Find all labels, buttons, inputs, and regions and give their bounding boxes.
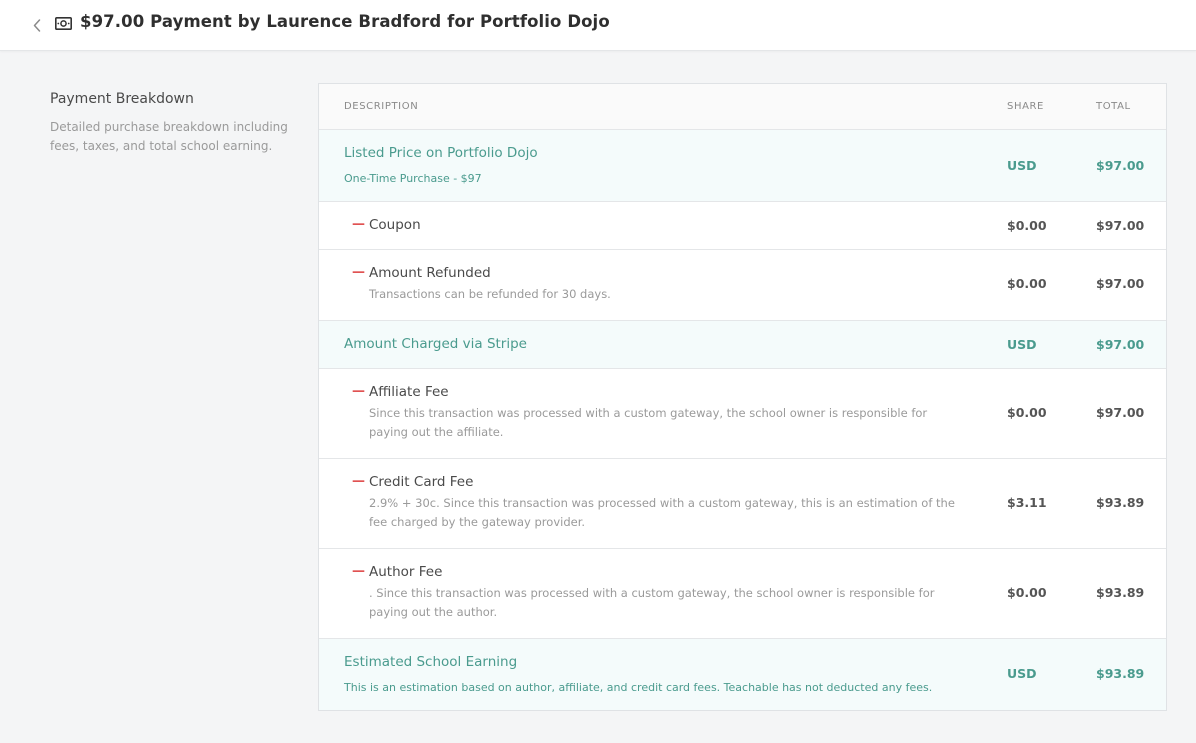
table-row-author-fee: — Author Fee . Since this transaction wa… bbox=[319, 549, 1166, 639]
table-row-amount-refunded: — Amount Refunded Transactions can be re… bbox=[319, 250, 1166, 321]
table-row-credit-card-fee: — Credit Card Fee 2.9% + 30c. Since this… bbox=[319, 459, 1166, 549]
row-label: Author Fee bbox=[369, 564, 443, 580]
row-share: $0.00 bbox=[1007, 405, 1047, 420]
row-label: Amount Refunded bbox=[369, 265, 491, 281]
row-share: USD bbox=[1007, 337, 1037, 352]
row-sublabel: This is an estimation based on author, a… bbox=[344, 681, 933, 694]
table-row-amount-charged: Amount Charged via Stripe USD $97.00 bbox=[319, 321, 1166, 369]
column-header-description: DESCRIPTION bbox=[344, 101, 419, 112]
row-label: Coupon bbox=[369, 217, 421, 233]
minus-icon: — bbox=[352, 217, 365, 232]
table-header: DESCRIPTION SHARE TOTAL bbox=[319, 84, 1166, 130]
row-total: $97.00 bbox=[1096, 218, 1145, 233]
minus-icon: — bbox=[352, 474, 365, 489]
row-sublabel: 2.9% + 30c. Since this transaction was p… bbox=[369, 496, 955, 529]
table-row-estimated-earning: Estimated School Earning This is an esti… bbox=[319, 639, 1166, 710]
section-title: Payment Breakdown bbox=[50, 91, 194, 107]
row-sublabel: . Since this transaction was processed w… bbox=[369, 586, 935, 619]
row-share: USD bbox=[1007, 158, 1037, 173]
banknote-icon bbox=[55, 17, 72, 30]
row-total: $93.89 bbox=[1096, 585, 1145, 600]
row-label: Amount Charged via Stripe bbox=[344, 336, 527, 352]
row-sublabel: Transactions can be refunded for 30 days… bbox=[369, 287, 611, 301]
row-total: $97.00 bbox=[1096, 337, 1145, 352]
table-row-coupon: — Coupon $0.00 $97.00 bbox=[319, 202, 1166, 250]
row-sublabel: One-Time Purchase - $97 bbox=[344, 172, 482, 185]
payment-breakdown-table: DESCRIPTION SHARE TOTAL Listed Price on … bbox=[318, 83, 1167, 711]
row-share: $0.00 bbox=[1007, 276, 1047, 291]
table-row-listed-price: Listed Price on Portfolio Dojo One-Time … bbox=[319, 130, 1166, 202]
row-label: Credit Card Fee bbox=[369, 474, 474, 490]
row-total: $97.00 bbox=[1096, 405, 1145, 420]
section-info: Payment Breakdown Detailed purchase brea… bbox=[50, 91, 300, 156]
row-total: $93.89 bbox=[1096, 666, 1145, 681]
chevron-left-icon bbox=[33, 18, 41, 32]
row-total: $93.89 bbox=[1096, 495, 1145, 510]
row-label: Affiliate Fee bbox=[369, 384, 449, 400]
page-title: $97.00 Payment by Laurence Bradford for … bbox=[80, 12, 610, 31]
row-label: Estimated School Earning bbox=[344, 654, 518, 670]
column-header-share: SHARE bbox=[1007, 101, 1044, 112]
table-row-affiliate-fee: — Affiliate Fee Since this transaction w… bbox=[319, 369, 1166, 459]
row-label: Listed Price on Portfolio Dojo bbox=[344, 145, 538, 161]
minus-icon: — bbox=[352, 564, 365, 579]
row-share: $3.11 bbox=[1007, 495, 1047, 510]
column-header-total: TOTAL bbox=[1096, 101, 1131, 112]
row-sublabel: Since this transaction was processed wit… bbox=[369, 406, 928, 439]
top-bar: $97.00 Payment by Laurence Bradford for … bbox=[0, 0, 1196, 51]
minus-icon: — bbox=[352, 384, 365, 399]
row-share: USD bbox=[1007, 666, 1037, 681]
row-total: $97.00 bbox=[1096, 158, 1145, 173]
row-total: $97.00 bbox=[1096, 276, 1145, 291]
back-button[interactable] bbox=[30, 16, 44, 34]
minus-icon: — bbox=[352, 265, 365, 280]
row-share: $0.00 bbox=[1007, 585, 1047, 600]
section-description: Detailed purchase breakdown including fe… bbox=[50, 120, 288, 153]
row-share: $0.00 bbox=[1007, 218, 1047, 233]
